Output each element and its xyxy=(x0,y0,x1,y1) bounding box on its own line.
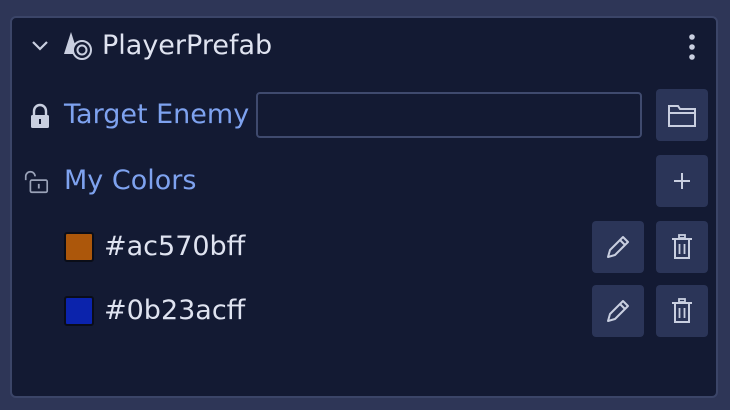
lock-closed-icon[interactable] xyxy=(26,102,54,130)
add-color-button[interactable] xyxy=(656,155,708,207)
chevron-down-icon[interactable] xyxy=(30,36,50,56)
target-enemy-label: Target Enemy xyxy=(64,99,250,130)
trash-icon xyxy=(672,234,692,259)
edit-color-button[interactable] xyxy=(592,285,644,337)
component-title: PlayerPrefab xyxy=(102,30,273,61)
delete-color-button[interactable] xyxy=(656,285,708,337)
pencil-icon xyxy=(607,300,629,322)
browse-button[interactable] xyxy=(656,89,708,141)
color-swatch[interactable] xyxy=(64,296,94,326)
color-hex-value: #ac570bff xyxy=(104,231,246,262)
delete-color-button[interactable] xyxy=(656,221,708,273)
lock-open-icon[interactable] xyxy=(22,168,50,196)
prefab-icon xyxy=(64,32,92,60)
more-options-icon[interactable] xyxy=(682,32,702,62)
component-header: PlayerPrefab xyxy=(12,18,716,76)
plus-icon xyxy=(674,173,690,189)
trash-icon xyxy=(672,298,692,323)
inspector-panel: PlayerPrefab Target Enemy My Colors #ac5… xyxy=(10,16,718,398)
color-hex-value: #0b23acff xyxy=(104,295,246,326)
edit-color-button[interactable] xyxy=(592,221,644,273)
my-colors-label: My Colors xyxy=(64,165,197,196)
pencil-icon xyxy=(607,236,629,258)
target-enemy-input[interactable] xyxy=(256,92,642,138)
color-swatch[interactable] xyxy=(64,232,94,262)
folder-icon xyxy=(668,105,696,127)
